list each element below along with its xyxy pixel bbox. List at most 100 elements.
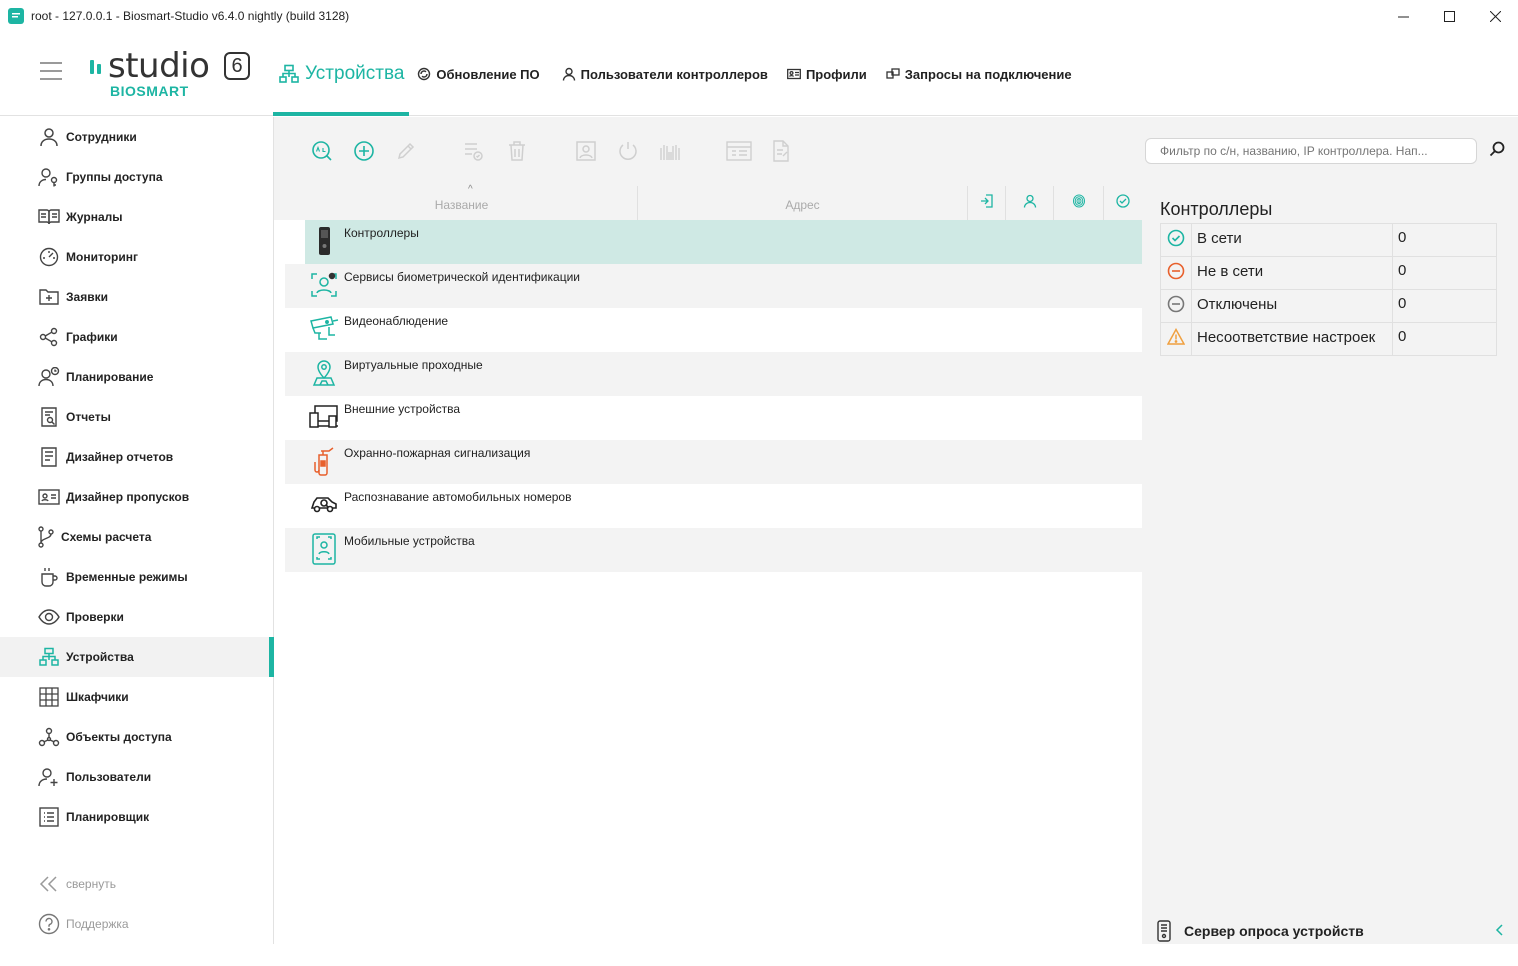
minimize-button[interactable] [1380,0,1426,32]
cup-icon [38,566,60,588]
logo-word: studio [108,46,210,86]
panel-table-icon [726,140,752,167]
sidebar-item-report-designer[interactable]: Дизайнер отчетов [0,437,273,477]
panel-button[interactable] [726,140,752,167]
tab-controller-users[interactable]: Пользователи контроллеров [548,32,776,116]
tab-firmware-update[interactable]: Обновление ПО [409,32,547,116]
sidebar-item-devices[interactable]: Устройства [0,637,274,677]
sidebar-item-planning[interactable]: Планирование [0,357,273,397]
list-item-external-devices[interactable]: Внешние устройства [285,396,1142,440]
sidebar-item-monitoring[interactable]: Мониторинг [0,237,273,277]
tab-devices[interactable]: Устройства [273,32,410,116]
sidebar-item-checks[interactable]: Проверки [0,597,273,637]
status-label: Не в сети [1191,256,1393,290]
sidebar-item-lockers[interactable]: Шкафчики [0,677,273,717]
filter-input[interactable] [1145,138,1477,164]
sidebar-item-requests[interactable]: Заявки [0,277,273,317]
chevron-left-icon[interactable] [1495,923,1505,940]
sidebar-item-badge-designer[interactable]: Дизайнер пропусков [0,477,273,517]
sidebar-item-label: Дизайнер отчетов [66,450,174,464]
logo-brand: BIOSMART [110,83,189,99]
sidebar-item-charts[interactable]: Графики [0,317,273,357]
badge-designer-icon [38,486,60,508]
tab-connection-requests[interactable]: Запросы на подключение [875,32,1080,116]
list-item-video-surveillance[interactable]: Видеонаблюдение [285,308,1142,352]
sidebar-item-journals[interactable]: Журналы [0,197,273,237]
sidebar-item-label: Схемы расчета [61,530,152,544]
column-header-address[interactable]: Адрес [638,186,968,220]
top-navigation: Устройства Обновление ПО Пользователи ко… [273,32,1080,116]
column-header-name-label: Название [434,198,489,212]
sidebar-item-time-modes[interactable]: Временные режимы [0,557,273,597]
column-header-users[interactable] [1006,186,1054,220]
controller-icon [309,226,339,256]
status-row-disabled: Отключены 0 [1160,289,1497,323]
tab-profiles[interactable]: Профили [776,32,875,116]
sidebar-item-users[interactable]: Пользователи [0,757,273,797]
settings-check-button[interactable] [462,141,486,165]
window-title: root - 127.0.0.1 - Biosmart-Studio v6.4.… [31,9,350,23]
sidebar-item-label: Пользователи [66,770,152,784]
status-table: В сети 0 Не в сети 0 Отключены 0 Несоотв… [1160,223,1497,356]
sidebar-item-label: Шкафчики [66,690,129,704]
hamburger-menu-icon[interactable] [40,62,62,80]
add-button[interactable] [352,140,376,165]
column-header-fingerprint[interactable] [1054,186,1104,220]
sidebar-item-label: Сотрудники [66,130,137,144]
list-item-mobile-devices[interactable]: Мобильные устройства [285,528,1142,572]
sidebar-item-calc-schemes[interactable]: Схемы расчета [0,517,273,557]
controllers-summary-panel: Контроллеры В сети 0 Не в сети 0 Отключе… [1142,117,1518,944]
sidebar-item-reports[interactable]: Отчеты [0,397,273,437]
trash-icon [507,140,527,167]
sidebar-item-access-groups[interactable]: Группы доступа [0,157,273,197]
logo-number: 6 [224,52,250,80]
status-icon-cell [1160,223,1192,257]
status-label: В сети [1191,223,1393,257]
list-item-biometric-services[interactable]: Сервисы биометрической идентификации [285,264,1142,308]
column-header-entry[interactable] [968,186,1006,220]
search-button[interactable] [1489,141,1507,159]
server-device-icon [1156,920,1172,942]
sidebar-item-label: Планировщик [66,810,150,824]
list-icon [38,806,60,828]
support-button[interactable]: Поддержка [38,913,129,935]
reboot-button[interactable] [616,141,640,165]
double-chevron-left-icon [38,873,60,895]
export-button[interactable] [769,139,793,165]
close-button[interactable] [1472,0,1518,32]
device-polling-server[interactable]: Сервер опроса устройств [1156,920,1503,942]
user-icon [1023,194,1037,213]
list-item-label: Сервисы биометрической идентификации [344,270,580,284]
panel-title: Контроллеры [1160,199,1273,219]
sort-ascending-icon: ^ [468,184,473,195]
devices-toolbar [274,117,1142,186]
collapse-label: свернуть [66,877,116,891]
sidebar-item-scheduler[interactable]: Планировщик [0,797,273,837]
delete-button[interactable] [505,140,529,167]
car-plate-icon [309,490,339,520]
list-item-label: Внешние устройства [344,402,461,416]
sidebar-item-access-objects[interactable]: Объекты доступа [0,717,273,757]
column-header-status[interactable] [1104,186,1142,220]
photo-button[interactable] [574,140,598,165]
hands-button[interactable] [658,141,682,165]
server-label: Сервер опроса устройств [1184,923,1364,939]
list-item-fire-alarm[interactable]: Охранно-пожарная сигнализация [285,440,1142,484]
column-header-name[interactable]: ^ Название [286,184,638,220]
collapse-button[interactable]: свернуть [38,873,116,895]
sidebar-item-label: Группы доступа [66,170,163,184]
devices-icon [38,646,60,668]
face-recognition-icon [309,270,339,300]
list-item-license-plate-recognition[interactable]: Распознавание автомобильных номеров [285,484,1142,528]
maximize-button[interactable] [1426,0,1472,32]
edit-button[interactable] [394,141,418,165]
sidebar-item-label: Устройства [66,650,134,664]
list-item-virtual-checkpoints[interactable]: Виртуальные проходные [285,352,1142,396]
tab-devices-label: Устройства [305,63,405,84]
support-label: Поддержка [66,917,129,931]
sidebar-item-employees[interactable]: Сотрудники [0,117,273,157]
list-item-controllers[interactable]: Контроллеры [305,220,1142,264]
auto-search-button[interactable] [310,140,334,165]
minus-circle-gray-icon [1167,295,1185,317]
sidebar-item-label: Журналы [66,210,123,224]
